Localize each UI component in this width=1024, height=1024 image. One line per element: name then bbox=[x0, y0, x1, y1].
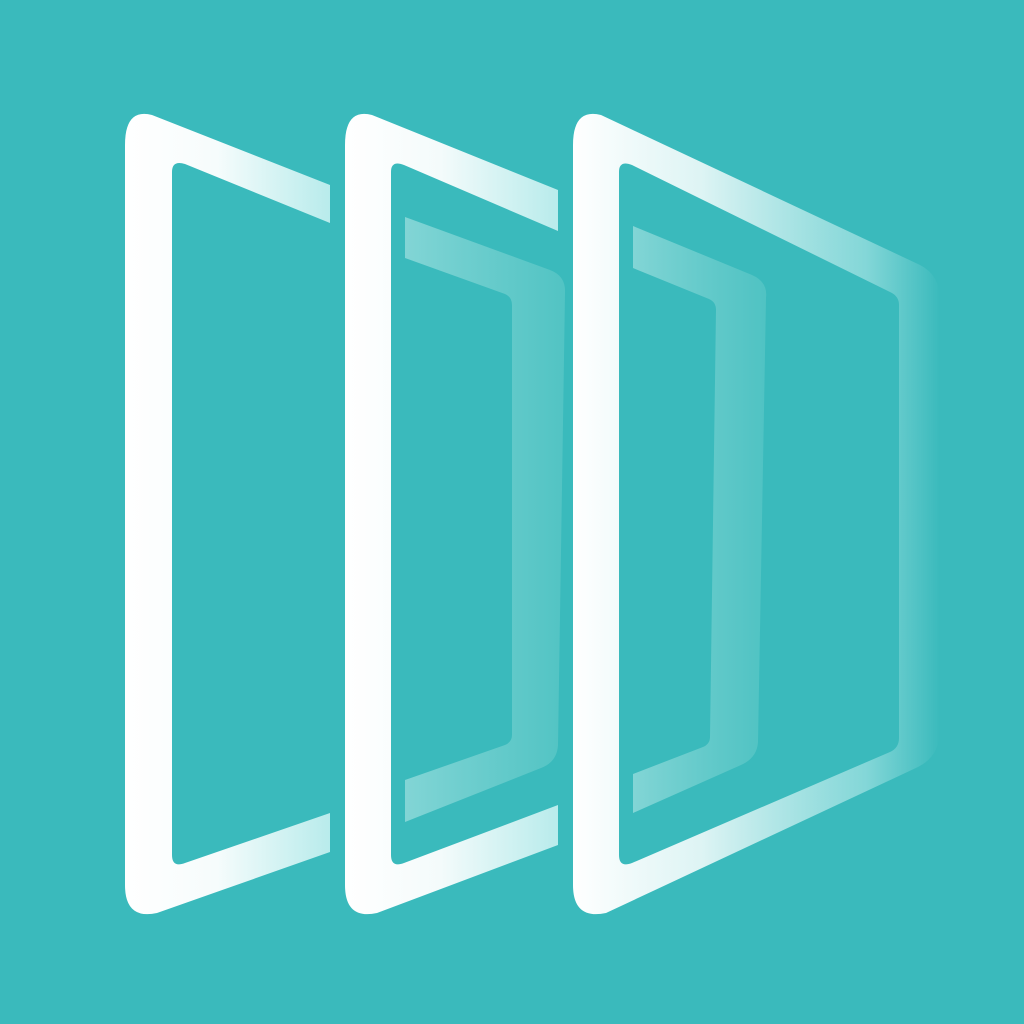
app-icon-graphic bbox=[0, 0, 1024, 1024]
app-icon bbox=[0, 0, 1024, 1024]
